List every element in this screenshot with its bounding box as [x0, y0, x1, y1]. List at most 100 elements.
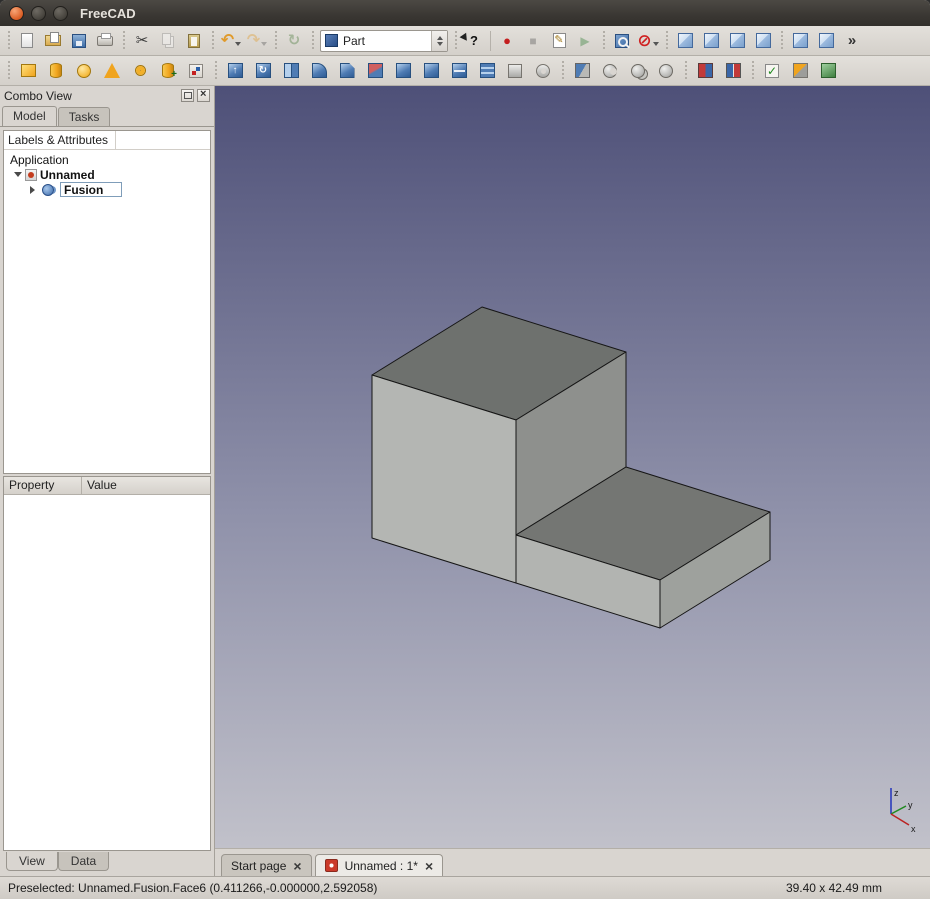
workbench-selector[interactable]: Part — [320, 29, 448, 52]
macro-edit-button[interactable]: ✎ — [546, 29, 572, 53]
view-right-button[interactable] — [750, 29, 776, 53]
toolbar-grip[interactable] — [5, 30, 12, 51]
toolbar-grip[interactable] — [778, 30, 785, 51]
print-button[interactable] — [92, 29, 118, 53]
view-front-button[interactable] — [698, 29, 724, 53]
undo-button[interactable]: ↶ — [218, 29, 244, 53]
cylinder-button[interactable] — [42, 58, 70, 84]
fusion-rename-field[interactable]: Fusion — [60, 182, 123, 197]
toolbar-grip[interactable] — [120, 30, 127, 51]
tab-model[interactable]: Model — [2, 106, 57, 126]
macro-stop-button[interactable]: ■ — [520, 29, 546, 53]
split-button[interactable] — [719, 58, 747, 84]
toolbar-grip[interactable] — [749, 60, 756, 81]
toolbar-grip[interactable] — [272, 30, 279, 51]
offset-button[interactable] — [501, 58, 529, 84]
3d-viewport[interactable]: zy x — [215, 86, 930, 848]
view-isometric-button[interactable] — [672, 29, 698, 53]
value-column-header[interactable]: Value — [82, 477, 210, 494]
toolbar-grip[interactable] — [209, 30, 216, 51]
toolbar-grip[interactable] — [559, 60, 566, 81]
property-column-header[interactable]: Property — [4, 477, 82, 494]
dropdown-caret-icon[interactable] — [261, 41, 268, 49]
torus-button[interactable] — [126, 58, 154, 84]
loft-button[interactable] — [389, 58, 417, 84]
tree-item-application[interactable]: Application — [4, 152, 210, 167]
zoom-selection-button[interactable] — [609, 29, 635, 53]
shape-builder-button[interactable] — [182, 58, 210, 84]
maximize-window-button[interactable] — [53, 5, 68, 21]
close-window-button[interactable] — [9, 5, 24, 21]
open-document-button[interactable] — [40, 29, 66, 53]
toolbar-grip[interactable] — [682, 60, 689, 81]
panel-close-icon[interactable] — [197, 88, 210, 102]
toolbar-grip[interactable] — [309, 30, 316, 51]
macro-play-button[interactable]: ▶ — [572, 29, 598, 53]
defeaturing-button[interactable] — [786, 58, 814, 84]
close-tab-icon[interactable] — [293, 859, 301, 873]
extrude-button[interactable] — [221, 58, 249, 84]
tree-item-fusion[interactable]: Fusion — [4, 182, 210, 197]
toolbar-grip[interactable] — [212, 60, 219, 81]
expand-arrow-icon[interactable] — [14, 172, 22, 181]
refine-shape-button[interactable] — [814, 58, 842, 84]
tree-item-unnamed[interactable]: Unnamed — [4, 167, 210, 182]
document-tab-unnamed-1[interactable]: Unnamed : 1* — [314, 854, 444, 876]
mirror-button[interactable] — [277, 58, 305, 84]
dropdown-caret-icon[interactable] — [652, 41, 659, 49]
workbench-spinner[interactable] — [431, 30, 447, 51]
cut-boolean-button[interactable] — [596, 58, 624, 84]
whats-this-button[interactable]: ? — [461, 29, 487, 53]
view-top-button[interactable] — [724, 29, 750, 53]
macro-record-button[interactable]: ● — [494, 29, 520, 53]
view-bottom-button[interactable] — [813, 29, 839, 53]
refresh-button[interactable]: ↻ — [281, 29, 307, 53]
cut-button[interactable]: ✂ — [129, 29, 155, 53]
thickness-button[interactable] — [529, 58, 557, 84]
toolbar-overflow-button[interactable]: » — [839, 29, 865, 53]
tab-view[interactable]: View — [6, 852, 58, 871]
draw-style-button[interactable]: ⊘ — [635, 29, 661, 53]
titlebar[interactable]: FreeCAD — [0, 0, 930, 26]
redo-button[interactable]: ↷ — [244, 29, 270, 53]
boolean-button[interactable] — [568, 58, 596, 84]
fillet-button[interactable] — [305, 58, 333, 84]
document-tab-label: Start page — [231, 858, 287, 873]
tab-tasks[interactable]: Tasks — [57, 107, 111, 126]
copy-button[interactable] — [155, 29, 181, 53]
new-document-button[interactable] — [14, 29, 40, 53]
cross-sections-button[interactable] — [473, 58, 501, 84]
chamfer-button[interactable] — [333, 58, 361, 84]
new-document-icon — [21, 33, 33, 48]
close-tab-icon[interactable] — [425, 859, 433, 873]
join-connect-button[interactable] — [691, 58, 719, 84]
fusion-icon — [42, 183, 54, 196]
minimize-window-button[interactable] — [31, 5, 46, 21]
paste-button[interactable] — [181, 29, 207, 53]
section-button[interactable] — [445, 58, 473, 84]
check-geometry-button[interactable]: ✓ — [758, 58, 786, 84]
toolbar-grip[interactable] — [5, 60, 12, 81]
view-rear-button[interactable] — [787, 29, 813, 53]
sweep-button[interactable] — [417, 58, 445, 84]
collapse-arrow-icon[interactable] — [30, 185, 39, 194]
sphere-button[interactable] — [70, 58, 98, 84]
toolbar-grip[interactable] — [600, 30, 607, 51]
save-document-button[interactable] — [66, 29, 92, 53]
tab-data[interactable]: Data — [57, 852, 110, 871]
create-primitives-button[interactable] — [154, 58, 182, 84]
ruled-surface-button[interactable] — [361, 58, 389, 84]
cone-button[interactable] — [98, 58, 126, 84]
spin-up-icon[interactable] — [436, 33, 443, 40]
box-button[interactable] — [14, 58, 42, 84]
toolbar-grip[interactable] — [663, 30, 670, 51]
revolve-button[interactable] — [249, 58, 277, 84]
union-button[interactable] — [624, 58, 652, 84]
panel-float-icon[interactable] — [181, 89, 194, 102]
document-tab-start-page[interactable]: Start page — [221, 854, 312, 876]
intersection-button[interactable] — [652, 58, 680, 84]
dropdown-caret-icon[interactable] — [235, 41, 242, 49]
toolbar-grip[interactable] — [452, 30, 459, 51]
cylinder-icon — [50, 63, 62, 78]
spin-down-icon[interactable] — [436, 41, 443, 49]
